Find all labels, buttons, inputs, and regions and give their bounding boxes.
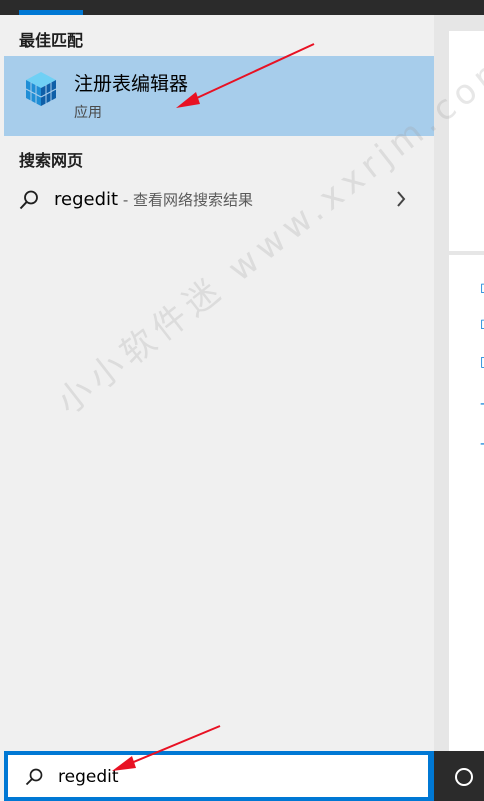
best-match-result[interactable]: 注册表编辑器 应用 <box>4 56 434 136</box>
top-bar <box>0 0 484 15</box>
preview-card-bottom <box>449 255 484 751</box>
app-name: 注册表编辑器 <box>74 73 189 95</box>
web-search-label: 搜索网页 <box>19 151 84 170</box>
cortana-circle-icon[interactable] <box>455 768 473 786</box>
web-search-query-text: regedit - 查看网络搜索结果 <box>54 189 253 210</box>
preview-action-icon[interactable]: ◻ <box>480 317 484 331</box>
search-box-frame: regedit <box>4 751 434 801</box>
preview-action-icon[interactable]: ▯ <box>480 355 484 369</box>
preview-action-icon[interactable]: - <box>480 397 484 411</box>
app-type: 应用 <box>74 105 102 121</box>
search-icon <box>25 768 43 786</box>
search-icon <box>19 190 38 210</box>
best-match-label: 最佳匹配 <box>19 31 84 50</box>
search-box[interactable]: regedit <box>8 755 428 797</box>
web-search-query: regedit <box>54 189 119 210</box>
preview-action-icon[interactable]: - <box>480 437 484 451</box>
registry-editor-cube-icon <box>25 72 57 106</box>
chevron-right-icon[interactable] <box>394 187 408 211</box>
preview-action-icon[interactable]: ◻ <box>480 281 484 295</box>
web-search-hint: - 查看网络搜索结果 <box>118 191 254 209</box>
search-input[interactable]: regedit <box>58 767 119 787</box>
